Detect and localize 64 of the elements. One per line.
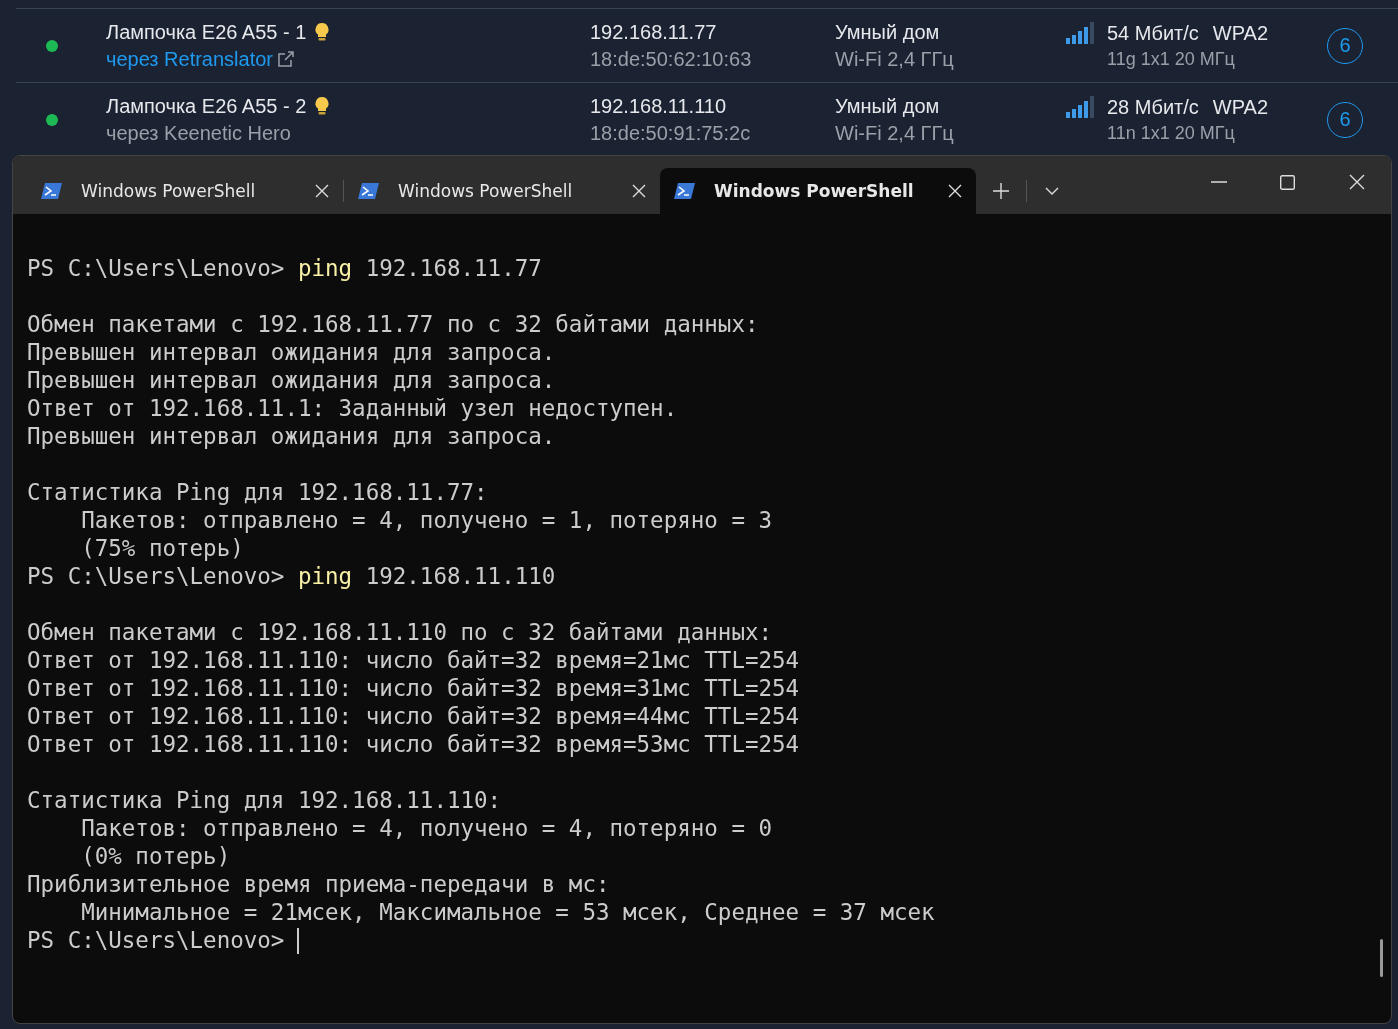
close-tab-icon[interactable] (315, 184, 329, 198)
text-cursor (297, 928, 300, 954)
powershell-icon (674, 182, 696, 200)
output-line: Ответ от 192.168.11.110: число байт=32 время=21мс TTL=254 (27, 647, 800, 673)
output-line: Приблизительное время приема-передачи в мс: (27, 871, 610, 897)
maximize-icon (1280, 174, 1295, 190)
close-tab-icon[interactable] (632, 184, 646, 198)
chevron-down-icon (1045, 187, 1059, 195)
command-argument: 192.168.11.110 (365, 563, 556, 589)
output-line: Превышен интервал ожидания для запроса. (27, 423, 556, 449)
terminal-tab[interactable]: Windows PowerShell (660, 168, 976, 214)
frequency-label: Wi-Fi 2,4 ГГц (835, 47, 955, 71)
output-line: (0% потерь) (80, 843, 231, 869)
command-text: ping (297, 255, 353, 281)
output-line: Пакетов: отправлено = 4, получено = 4, потеряно = 0 (80, 815, 773, 841)
minimize-icon (1210, 181, 1227, 183)
output-line: Превышен интервал ожидания для запроса. (27, 367, 556, 393)
mac-address: 18:de:50:91:75:2c (590, 121, 752, 145)
powershell-icon (41, 182, 63, 200)
via-text: через Keenetic Hero (106, 121, 291, 145)
segment-name: Умный дом (835, 20, 941, 44)
terminal-tab[interactable]: Windows PowerShell (344, 168, 660, 214)
ip-address: 192.168.11.77 (590, 20, 718, 44)
device-name: Лампочка E26 A55 - 2 (106, 94, 307, 118)
plus-icon (993, 183, 1009, 199)
signal-strength-icon (1065, 95, 1095, 119)
output-line: Ответ от 192.168.11.110: число байт=32 время=53мс TTL=254 (27, 731, 800, 757)
wifi-mode: 11g 1x1 20 МГц (1107, 48, 1236, 70)
link-rate: 54 Мбит/с (1107, 21, 1199, 45)
link-rate: 28 Мбит/с (1107, 95, 1199, 119)
output-line: Статистика Ping для 192.168.11.77: (27, 479, 488, 505)
command-text: ping (297, 563, 353, 589)
wifi-mode: 11n 1x1 20 МГц (1107, 122, 1236, 144)
ip-address: 192.168.11.110 (590, 94, 728, 118)
output-line: Ответ от 192.168.11.1: Заданный узел недоступен. (27, 395, 678, 421)
via-link[interactable]: через Retranslator (106, 47, 273, 71)
output-line: Обмен пакетами с 192.168.11.77 по с 32 байтами данных: (27, 311, 759, 337)
output-line: Статистика Ping для 192.168.11.110: (27, 787, 502, 813)
security-mode: WPA2 (1212, 21, 1268, 45)
output-line: (75% потерь) (80, 535, 244, 561)
close-icon (1348, 174, 1365, 190)
scrollbar-thumb[interactable] (1380, 939, 1383, 977)
mac-address: 18:de:50:62:10:63 (590, 47, 753, 71)
light-bulb-icon (314, 22, 331, 42)
device-name: Лампочка E26 A55 - 1 (106, 20, 307, 44)
output-line: Минимальное = 21мсек, Максимальное = 53 мсек, Среднее = 37 мсек (80, 899, 935, 925)
frequency-label: Wi-Fi 2,4 ГГц (835, 121, 955, 145)
light-bulb-icon (314, 96, 331, 116)
command-argument: 192.168.11.77 (365, 255, 542, 281)
prompt-text: PS C:\Users\Lenovo> (27, 927, 285, 953)
output-line: Ответ от 192.168.11.110: число байт=32 время=31мс TTL=254 (27, 675, 800, 701)
output-line: Пакетов: отправлено = 4, получено = 1, потеряно = 3 (80, 507, 773, 533)
close-tab-icon[interactable] (948, 184, 962, 198)
segment-name: Умный дом (835, 94, 941, 118)
signal-strength-icon (1065, 21, 1095, 45)
prompt-text: PS C:\Users\Lenovo> (27, 563, 285, 589)
prompt-text: PS C:\Users\Lenovo> (27, 255, 285, 281)
powershell-icon (358, 182, 380, 200)
output-line: Обмен пакетами с 192.168.11.110 по с 32 байтами данных: (27, 619, 773, 645)
output-line: Превышен интервал ожидания для запроса. (27, 339, 556, 365)
security-mode: WPA2 (1212, 95, 1268, 119)
terminal-tab[interactable]: Windows PowerShell (27, 168, 343, 214)
output-line: Ответ от 192.168.11.110: число байт=32 время=44мс TTL=254 (27, 703, 800, 729)
external-link-icon[interactable] (277, 50, 295, 68)
